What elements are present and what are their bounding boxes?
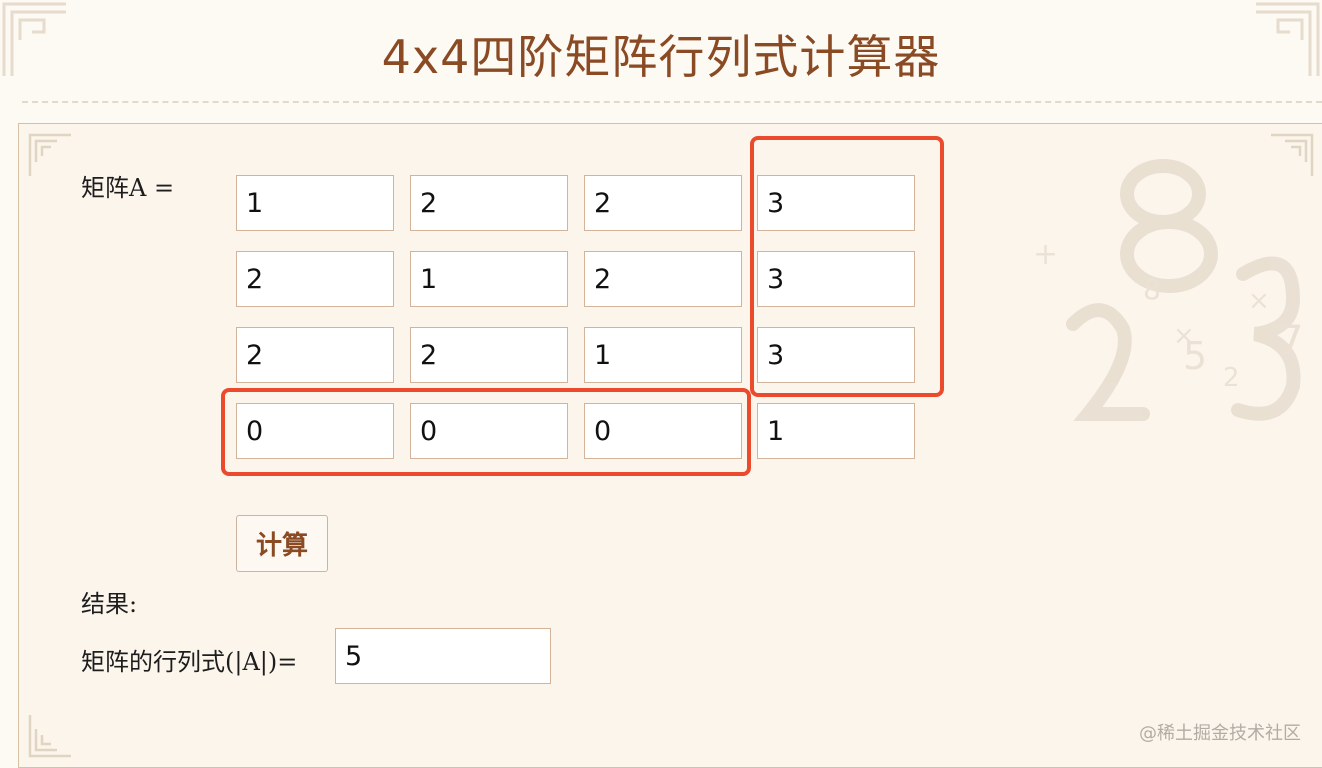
svg-text:×: × xyxy=(1173,321,1195,351)
calculator-panel: 5 2 7 8 + × × 矩阵A = 1 2 2 3 2 1 2 3 2 2 … xyxy=(18,123,1322,768)
calculate-button[interactable]: 计算 xyxy=(236,515,328,572)
matrix-cell-r1-c2[interactable] xyxy=(410,175,568,231)
svg-text:2: 2 xyxy=(1223,363,1240,393)
corner-ornament-icon xyxy=(1271,133,1314,176)
matrix-cell-r2-c3[interactable] xyxy=(584,251,742,307)
matrix-cell-r4-c3[interactable] xyxy=(584,403,742,459)
matrix-cell-r1-c4[interactable] xyxy=(757,175,915,231)
page-title: 4x4四阶矩阵行列式计算器 xyxy=(381,30,941,84)
matrix-cell-r3-c2[interactable] xyxy=(410,327,568,383)
numbers-background-illustration: 5 2 7 8 + × × xyxy=(1033,159,1303,421)
result-label: 结果: xyxy=(81,590,138,618)
determinant-result-field[interactable] xyxy=(335,628,551,684)
matrix-cell-r3-c1[interactable] xyxy=(236,327,394,383)
matrix-cell-r2-c2[interactable] xyxy=(410,251,568,307)
watermark: @稀土掘金技术社区 xyxy=(1139,723,1301,744)
matrix-cell-r1-c1[interactable] xyxy=(236,175,394,231)
matrix-cell-r4-c1[interactable] xyxy=(236,403,394,459)
matrix-cell-r4-c2[interactable] xyxy=(410,403,568,459)
matrix-cell-r2-c1[interactable] xyxy=(236,251,394,307)
matrix-cell-r1-c3[interactable] xyxy=(584,175,742,231)
title-divider xyxy=(22,101,1322,103)
matrix-cell-r4-c4[interactable] xyxy=(757,403,915,459)
svg-text:5: 5 xyxy=(1183,334,1207,378)
svg-text:7: 7 xyxy=(1278,318,1303,364)
svg-text:+: + xyxy=(1033,237,1058,272)
svg-text:8: 8 xyxy=(1143,273,1161,306)
matrix-cell-r2-c4[interactable] xyxy=(757,251,915,307)
matrix-a-label: 矩阵A = xyxy=(81,174,175,202)
determinant-label: 矩阵的行列式(|A|)= xyxy=(81,648,298,676)
matrix-cell-r3-c3[interactable] xyxy=(584,327,742,383)
matrix-cell-r3-c4[interactable] xyxy=(757,327,915,383)
corner-ornament-icon xyxy=(28,715,71,758)
svg-text:×: × xyxy=(1248,286,1270,316)
corner-ornament-icon xyxy=(28,133,71,176)
